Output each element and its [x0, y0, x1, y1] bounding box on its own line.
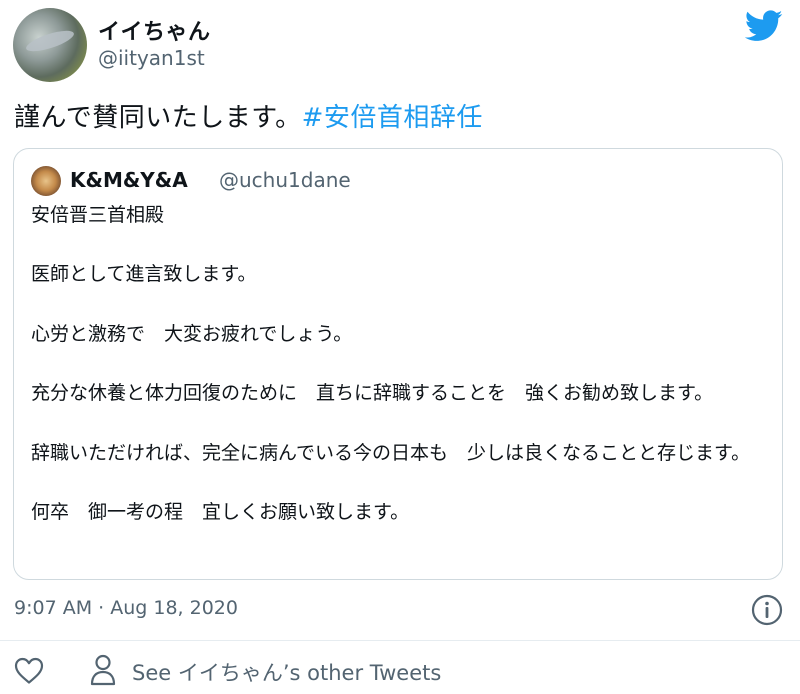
info-icon[interactable] — [751, 594, 783, 626]
see-other-tweets-link[interactable]: See イイちゃん’s other Tweets — [132, 657, 441, 687]
quoted-tweet-body: 安倍晋三首相殿 医師として進言致します。 心労と激務で 大変お疲れでしょう。 充… — [31, 204, 751, 524]
hashtag-link[interactable]: #安倍首相辞任 — [302, 103, 483, 133]
tweet-timestamp[interactable]: 9:07 AM · Aug 18, 2020 — [14, 597, 238, 619]
tweet-text: 謹んで賛同いたします。#安倍首相辞任 — [14, 97, 483, 134]
person-icon — [90, 654, 116, 686]
quoted-tweet-card[interactable]: K&M&Y&A @uchu1dane 安倍晋三首相殿 医師として進言致します。 … — [13, 148, 783, 580]
quoted-display-name: K&M&Y&A — [70, 168, 188, 192]
twitter-bird-icon[interactable] — [745, 10, 783, 42]
quoted-handle: @uchu1dane — [219, 168, 351, 192]
quoted-avatar — [31, 166, 61, 196]
author-handle[interactable]: @iityan1st — [98, 46, 205, 70]
heart-icon[interactable] — [14, 657, 44, 685]
avatar[interactable] — [13, 8, 87, 82]
tweet-body: 謹んで賛同いたします。 — [14, 103, 302, 133]
footer-divider — [0, 640, 800, 641]
author-display-name[interactable]: イイちゃん — [98, 14, 211, 46]
